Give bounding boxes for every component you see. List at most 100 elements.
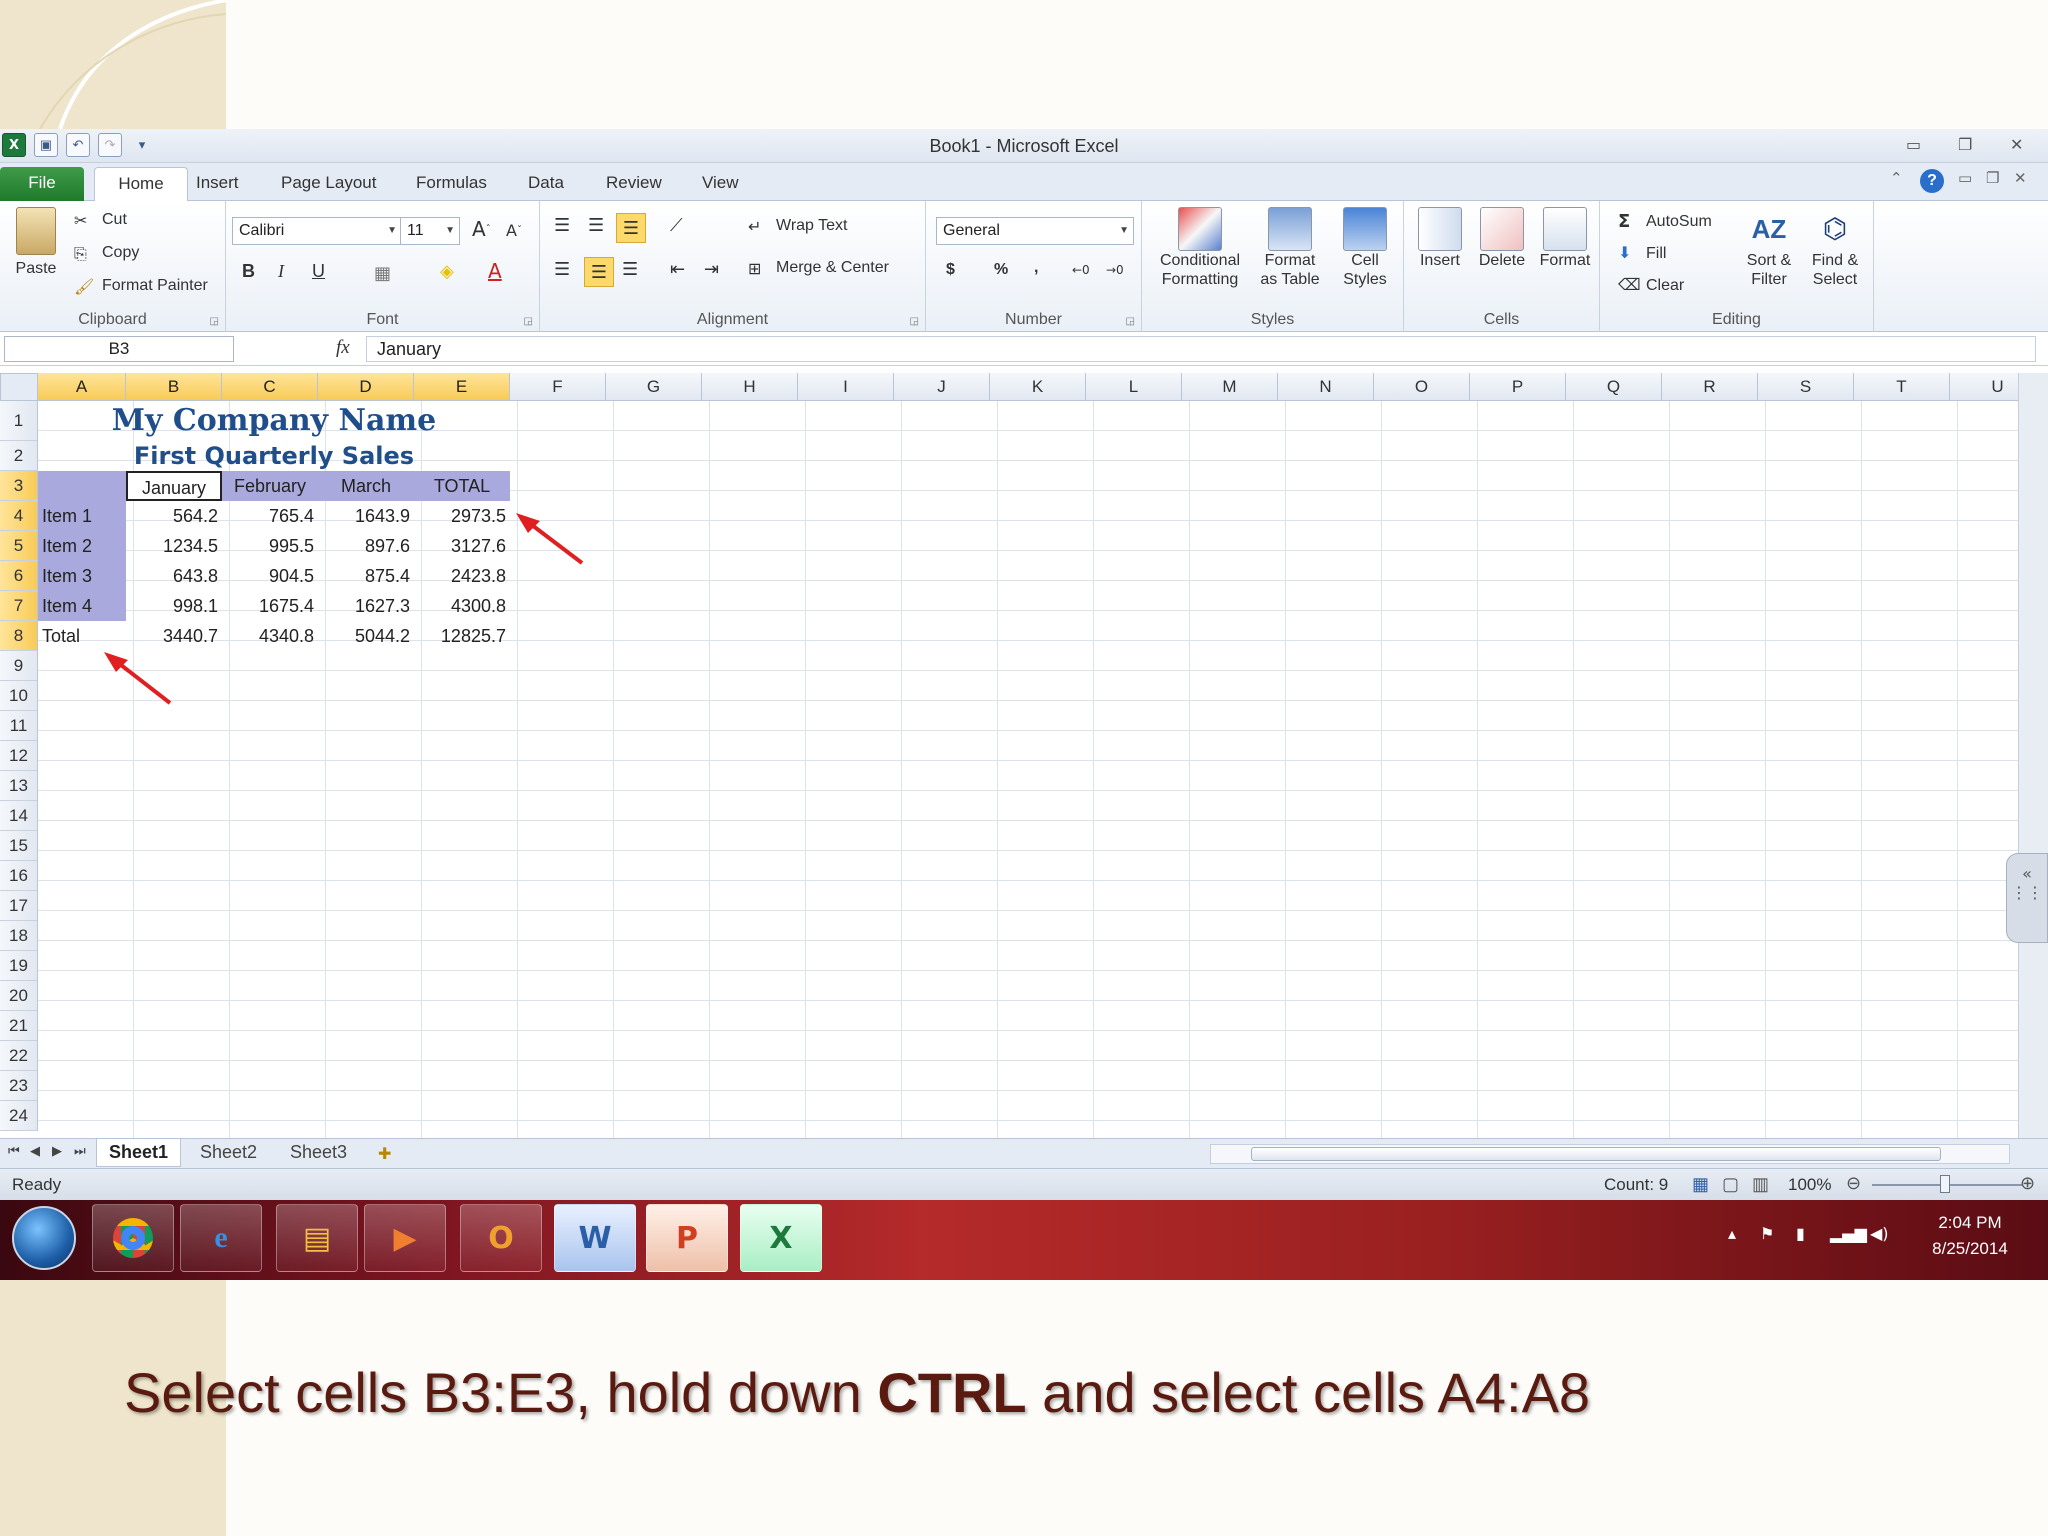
- tab-review[interactable]: Review: [598, 167, 670, 201]
- column-header-o[interactable]: O: [1374, 373, 1470, 401]
- tab-home[interactable]: Home: [94, 167, 188, 201]
- underline-button[interactable]: U: [312, 261, 325, 282]
- column-header-m[interactable]: M: [1182, 373, 1278, 401]
- font-color-icon[interactable]: A: [488, 259, 502, 283]
- system-clock[interactable]: 2:04 PM 8/25/2014: [1900, 1210, 2040, 1262]
- fill-button[interactable]: Fill: [1646, 245, 1666, 263]
- alignment-launcher-icon[interactable]: ◲: [910, 316, 919, 327]
- page-break-view-icon[interactable]: ▥: [1752, 1174, 1769, 1195]
- tab-data[interactable]: Data: [520, 167, 572, 201]
- workbook-close-icon[interactable]: ✕: [2014, 169, 2027, 187]
- row-header-19[interactable]: 19: [0, 951, 38, 981]
- minimize-icon[interactable]: ▭: [1906, 135, 1921, 154]
- next-sheet-icon[interactable]: ▶: [52, 1144, 62, 1159]
- volume-icon[interactable]: ◀): [1870, 1224, 1889, 1243]
- column-header-r[interactable]: R: [1662, 373, 1758, 401]
- cut-icon[interactable]: ✂: [74, 211, 87, 230]
- zoom-in-icon[interactable]: ⊕: [2020, 1173, 2035, 1194]
- decrease-indent-icon[interactable]: ⇤: [670, 259, 685, 280]
- normal-view-icon[interactable]: ▦: [1692, 1174, 1709, 1195]
- vertical-scrollbar[interactable]: [2018, 373, 2048, 1138]
- minimize-ribbon-icon[interactable]: ⌃: [1890, 169, 1903, 187]
- workbook-minimize-icon[interactable]: ▭: [1958, 169, 1972, 187]
- row-header-15[interactable]: 15: [0, 831, 38, 861]
- column-header-i[interactable]: I: [798, 373, 894, 401]
- file-explorer-icon[interactable]: ▤: [276, 1204, 358, 1272]
- show-hidden-icons-icon[interactable]: ▴: [1728, 1224, 1736, 1243]
- increase-decimal-icon[interactable]: ←0: [1072, 263, 1090, 277]
- internet-explorer-icon[interactable]: e: [180, 1204, 262, 1272]
- align-top-icon[interactable]: ☰: [554, 215, 570, 236]
- page-layout-view-icon[interactable]: ▢: [1722, 1174, 1739, 1195]
- copy-icon[interactable]: ⎘: [74, 244, 87, 264]
- row-header-16[interactable]: 16: [0, 861, 38, 891]
- copy-button[interactable]: Copy: [102, 244, 139, 262]
- number-format-select[interactable]: General ▼: [936, 217, 1134, 245]
- restore-icon[interactable]: ❐: [1958, 135, 1972, 154]
- row-header-17[interactable]: 17: [0, 891, 38, 921]
- insert-sheet-icon[interactable]: ✚: [378, 1144, 391, 1163]
- help-icon[interactable]: ?: [1920, 169, 1944, 193]
- fill-color-icon[interactable]: ◈: [440, 261, 454, 282]
- workbook-restore-icon[interactable]: ❐: [1986, 169, 1999, 187]
- column-header-q[interactable]: Q: [1566, 373, 1662, 401]
- name-box[interactable]: B3: [4, 336, 234, 362]
- clipboard-launcher-icon[interactable]: ◲: [210, 316, 219, 327]
- currency-button[interactable]: $: [946, 261, 955, 279]
- comma-button[interactable]: ,: [1034, 259, 1038, 277]
- formula-input[interactable]: January: [366, 336, 2036, 362]
- row-header-13[interactable]: 13: [0, 771, 38, 801]
- font-name-select[interactable]: Calibri ▼: [232, 217, 402, 245]
- merge-center-button[interactable]: Merge & Center: [776, 259, 889, 277]
- insert-function-icon[interactable]: fx: [336, 337, 350, 359]
- zoom-level[interactable]: 100%: [1788, 1175, 1831, 1195]
- align-left-icon[interactable]: ☰: [554, 259, 570, 280]
- align-center-icon[interactable]: ☰: [584, 257, 614, 287]
- fill-icon[interactable]: ⬇: [1618, 243, 1631, 262]
- font-launcher-icon[interactable]: ◲: [524, 316, 533, 327]
- merge-center-icon[interactable]: ⊞: [748, 259, 761, 278]
- word-icon[interactable]: W: [554, 1204, 636, 1272]
- chrome-icon[interactable]: [92, 1204, 174, 1272]
- power-icon[interactable]: ▮: [1796, 1224, 1805, 1243]
- find-select-button[interactable]: ⌬ Find & Select: [1802, 207, 1868, 289]
- delete-cells-button[interactable]: Delete: [1472, 207, 1532, 270]
- row-header-23[interactable]: 23: [0, 1071, 38, 1101]
- sheet-tab-2[interactable]: Sheet2: [188, 1139, 269, 1167]
- sheet-tab-3[interactable]: Sheet3: [278, 1139, 359, 1167]
- column-header-l[interactable]: L: [1086, 373, 1182, 401]
- format-painter-icon[interactable]: 🖌: [74, 277, 94, 296]
- percent-button[interactable]: %: [994, 261, 1008, 279]
- worksheet-grid[interactable]: ABCDEFGHIJKLMNOPQRSTU 1 2 3 4 5 6 7 8 9 10 11 12 13 1…: [0, 373, 2048, 1138]
- bold-button[interactable]: B: [242, 261, 255, 282]
- conditional-formatting-button[interactable]: Conditional Formatting: [1152, 207, 1248, 289]
- sheet-tab-1[interactable]: Sheet1: [96, 1139, 182, 1167]
- cut-button[interactable]: Cut: [102, 211, 127, 229]
- wrap-text-button[interactable]: Wrap Text: [776, 217, 847, 235]
- zoom-slider-thumb[interactable]: [1940, 1175, 1950, 1193]
- format-cells-button[interactable]: Format: [1534, 207, 1596, 270]
- align-middle-icon[interactable]: ☰: [588, 215, 604, 236]
- decrease-decimal-icon[interactable]: →0: [1106, 263, 1124, 277]
- tab-insert[interactable]: Insert: [188, 167, 247, 201]
- prev-sheet-icon[interactable]: ◀: [30, 1144, 40, 1159]
- grow-font-icon[interactable]: Aˆ: [472, 217, 491, 241]
- media-player-icon[interactable]: ▶: [364, 1204, 446, 1272]
- cell-styles-button[interactable]: Cell Styles: [1332, 207, 1398, 289]
- network-icon[interactable]: ▂▄▆: [1830, 1224, 1867, 1243]
- action-center-flag-icon[interactable]: ⚑: [1760, 1224, 1774, 1243]
- format-painter-button[interactable]: Format Painter: [102, 277, 208, 295]
- orientation-icon[interactable]: ⟋: [670, 215, 683, 236]
- tab-page-layout[interactable]: Page Layout: [273, 167, 384, 201]
- increase-indent-icon[interactable]: ⇥: [704, 259, 719, 280]
- clear-button[interactable]: Clear: [1646, 277, 1684, 295]
- italic-button[interactable]: I: [278, 261, 284, 282]
- row-header-21[interactable]: 21: [0, 1011, 38, 1041]
- autosum-icon[interactable]: Σ: [1618, 211, 1630, 232]
- outlook-icon[interactable]: O: [460, 1204, 542, 1272]
- align-bottom-icon[interactable]: ☰: [616, 213, 646, 243]
- zoom-out-icon[interactable]: ⊖: [1846, 1173, 1861, 1194]
- tab-formulas[interactable]: Formulas: [408, 167, 495, 201]
- format-as-table-button[interactable]: Format as Table: [1252, 207, 1328, 289]
- tab-view[interactable]: View: [694, 167, 747, 201]
